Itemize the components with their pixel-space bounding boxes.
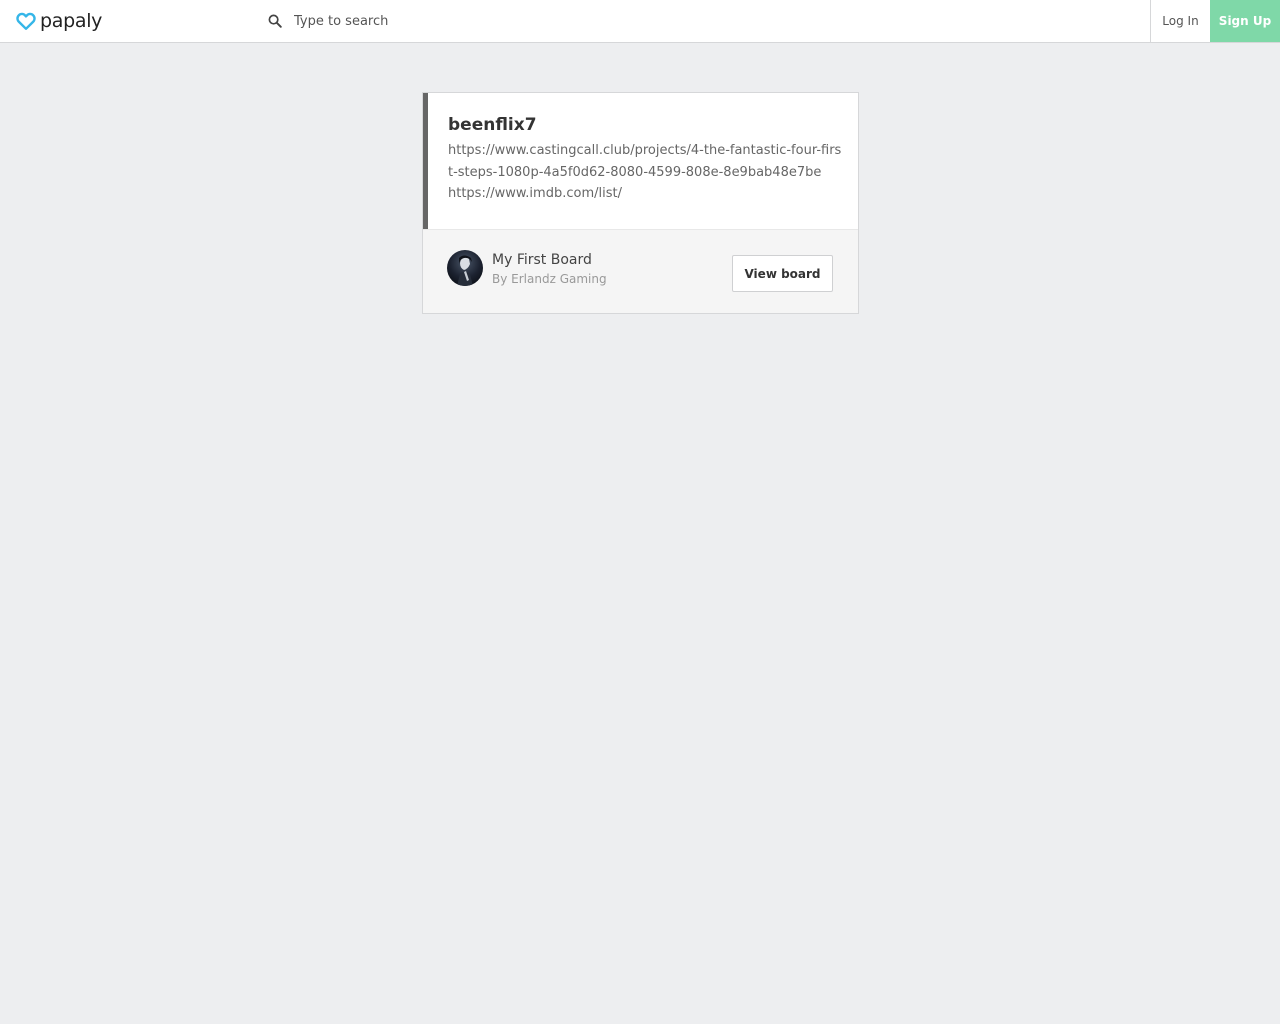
logo-text: papaly	[40, 10, 103, 32]
link-card: beenflix7 https://www.castingcall.club/p…	[422, 92, 859, 314]
search-input[interactable]	[294, 9, 994, 33]
papaly-logo[interactable]: papaly	[15, 9, 102, 33]
link-description-line: https://www.castingcall.club/projects/4-…	[448, 143, 842, 180]
board-name[interactable]: My First Board	[492, 252, 592, 268]
top-navigation-bar: papaly Log In Sign Up	[0, 0, 1280, 43]
board-author: By Erlandz Gaming	[492, 272, 607, 286]
link-card-content: beenflix7 https://www.castingcall.club/p…	[423, 93, 858, 229]
login-button[interactable]: Log In	[1150, 0, 1210, 42]
avatar[interactable]	[447, 250, 483, 286]
signup-button[interactable]: Sign Up	[1210, 0, 1280, 42]
search-icon	[268, 14, 282, 28]
board-info-footer: My First Board By Erlandz Gaming View bo…	[423, 229, 858, 313]
link-title[interactable]: beenflix7	[448, 115, 537, 135]
heart-icon	[15, 10, 37, 32]
link-description-line: https://www.imdb.com/list/	[448, 186, 622, 201]
search-bar[interactable]	[268, 0, 1138, 42]
link-description: https://www.castingcall.club/projects/4-…	[448, 140, 843, 205]
view-board-button[interactable]: View board	[732, 255, 833, 292]
